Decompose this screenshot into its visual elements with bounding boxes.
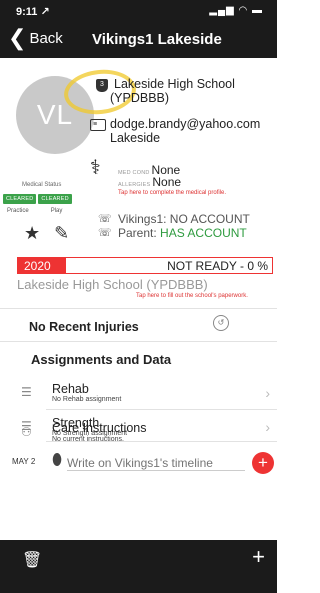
- chevron-left-icon: ❮: [8, 24, 27, 50]
- rehab-item[interactable]: ☰ Rehab No Rehab assignment ›: [0, 378, 277, 408]
- practice-label: Practice: [7, 208, 29, 214]
- status-time: 9:11 ↗: [16, 6, 50, 18]
- paperwork-link[interactable]: Tap here to fill out the school's paperw…: [136, 293, 248, 299]
- school-name: Lakeside High School (YPDBBB): [110, 77, 235, 105]
- history-icon[interactable]: ↺: [213, 315, 229, 331]
- back-label: Back: [29, 30, 63, 47]
- care-subtitle: No current instructions.: [52, 436, 124, 443]
- injuries-label: No Recent Injuries: [29, 320, 139, 334]
- profile-actions: ★ ✎: [24, 223, 69, 244]
- allergies-value: None: [152, 175, 182, 189]
- play-label: Play: [50, 208, 63, 214]
- account-info: ☏ Vikings1: NO ACCOUNT ☏ Parent: HAS ACCOU…: [98, 212, 250, 240]
- edit-icon[interactable]: ✎: [54, 223, 69, 244]
- season-year: 2020: [18, 258, 66, 273]
- status-icons: ▂▄▆ ◠ ▬: [209, 5, 263, 16]
- care-row[interactable]: ⚇ Care Instructions No current instructi…: [0, 419, 277, 449]
- chevron-right-icon: ›: [265, 385, 270, 401]
- contact-info[interactable]: ≡ dodge.brandy@yahoo.com Lakeside: [90, 117, 275, 145]
- rehab-subtitle: No Rehab assignment: [52, 396, 122, 403]
- rehab-title: Rehab: [52, 382, 89, 396]
- timeline-composer: MAY 2 ⬮ +: [0, 452, 277, 474]
- allergies-label: ALLERGIES: [118, 182, 151, 188]
- contact-card-icon: ≡: [90, 119, 106, 131]
- trash-icon[interactable]: 🗑: [22, 550, 42, 570]
- medical-info[interactable]: ⚕ MED COND None ALLERGIES None: [90, 158, 182, 189]
- parent-label: Parent:: [118, 226, 157, 240]
- athlete-account-status: Vikings1: NO ACCOUNT: [118, 212, 250, 226]
- timeline-pin-icon: ⬮: [52, 452, 63, 469]
- divider: [0, 308, 277, 309]
- email-text: dodge.brandy@yahoo.com: [110, 117, 261, 131]
- status-bar: 9:11 ↗ ▂▄▆ ◠ ▬: [0, 0, 277, 22]
- practice-cleared-badge: CLEARED: [3, 194, 37, 204]
- back-button[interactable]: ❮ Back: [8, 24, 63, 50]
- medical-profile-link[interactable]: Tap here to complete the medical profile…: [118, 190, 226, 196]
- nav-bar: ❮ Back Vikings1 Lakeside: [0, 22, 277, 58]
- divider: [46, 409, 277, 410]
- caduceus-icon: ⚕: [90, 157, 101, 179]
- care-title: Care Instructions: [52, 421, 147, 435]
- people-icon: ⚇: [21, 425, 32, 439]
- jersey-icon: 3: [96, 79, 108, 92]
- parent-phone-icon: ☏: [98, 227, 112, 239]
- clearance-badges: CLEARED CLEARED: [3, 194, 72, 204]
- assignments-heading: Assignments and Data: [31, 352, 172, 367]
- phone-icon: ☏: [98, 213, 112, 225]
- timeline-date: MAY 2: [12, 457, 36, 466]
- add-icon[interactable]: +: [252, 544, 265, 570]
- school-paperwork-title[interactable]: Lakeside High School (YPDBBB): [17, 277, 208, 292]
- practice-play-labels: Practice Play: [7, 208, 62, 214]
- divider: [0, 341, 277, 342]
- readiness-status: NOT READY - 0 %: [167, 258, 268, 273]
- medical-status-label: Medical Status: [22, 182, 62, 188]
- bottom-toolbar: 🗑 +: [0, 540, 277, 593]
- school-info[interactable]: 3 Lakeside High School (YPDBBB): [96, 77, 270, 105]
- city-text: Lakeside: [110, 131, 161, 145]
- timeline-input[interactable]: [67, 455, 245, 471]
- play-cleared-badge: CLEARED: [38, 194, 72, 204]
- star-icon[interactable]: ★: [24, 223, 40, 244]
- add-post-button[interactable]: +: [252, 452, 274, 474]
- readiness-bar[interactable]: 2020 NOT READY - 0 %: [17, 257, 273, 274]
- page-title: Vikings1 Lakeside: [92, 31, 222, 48]
- list-icon: ☰: [21, 385, 32, 399]
- parent-account-status: HAS ACCOUNT: [160, 226, 247, 240]
